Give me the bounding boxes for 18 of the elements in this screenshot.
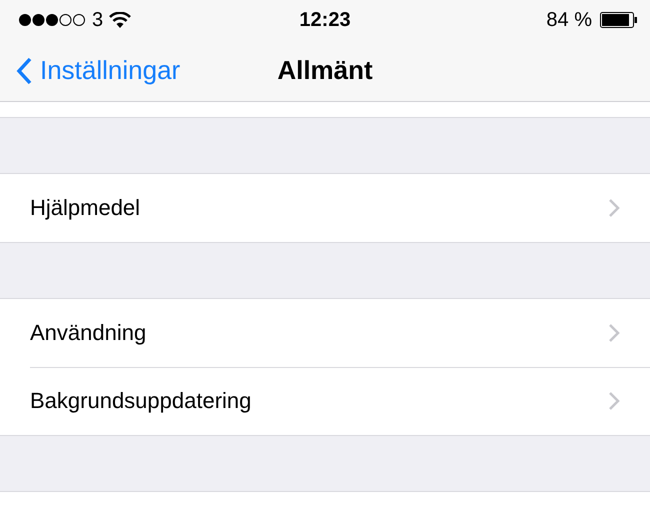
page-title: Allmänt (277, 55, 373, 86)
back-button[interactable]: Inställningar (0, 55, 180, 86)
carrier-name: 3 (92, 8, 104, 32)
back-chevron-icon (16, 56, 32, 84)
battery-icon (600, 12, 638, 28)
settings-row[interactable]: Hjälpmedel (0, 174, 650, 242)
row-label: Bakgrundsuppdatering (30, 388, 252, 414)
signal-icon (18, 13, 86, 27)
chevron-icon (608, 198, 620, 218)
clock-time: 12:23 (299, 8, 351, 32)
row-label: Användning (30, 320, 146, 346)
chevron-icon (608, 391, 620, 411)
settings-row[interactable]: Användning (0, 299, 650, 367)
settings-row[interactable]: Bakgrundsuppdatering (0, 367, 650, 435)
chevron-icon (608, 323, 620, 343)
battery-percent: 84 % (546, 8, 592, 32)
wifi-icon (109, 12, 132, 28)
row-label: Hjälpmedel (30, 195, 140, 221)
